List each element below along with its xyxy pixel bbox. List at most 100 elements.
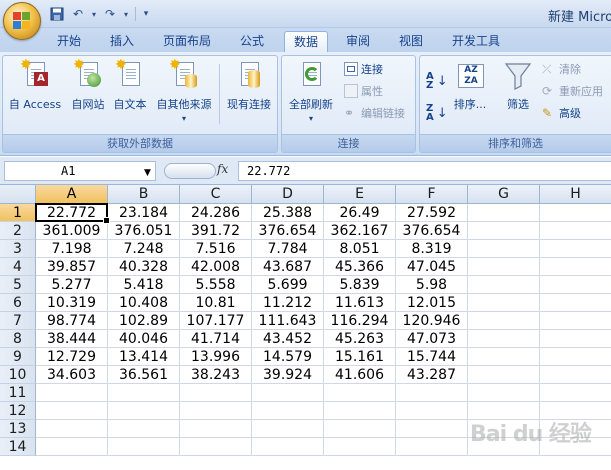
column-header-c[interactable]: C — [180, 185, 252, 204]
cell-d4[interactable]: 43.687 — [252, 258, 324, 276]
cell-h10[interactable] — [540, 366, 611, 384]
cell-e12[interactable] — [324, 402, 396, 420]
cell-d6[interactable]: 11.212 — [252, 294, 324, 312]
cell-c14[interactable] — [180, 438, 252, 456]
cell-a1[interactable]: 22.772 — [36, 204, 108, 222]
sort-ascending-button[interactable]: AZ ↓ — [426, 70, 448, 92]
row-header-9[interactable]: 9 — [0, 348, 36, 366]
clear-filter-button[interactable]: ⤫ 清除 — [542, 59, 581, 79]
cell-c2[interactable]: 391.72 — [180, 222, 252, 240]
cell-g11[interactable] — [468, 384, 540, 402]
select-all-corner[interactable] — [0, 185, 36, 204]
cell-b14[interactable] — [108, 438, 180, 456]
cell-d12[interactable] — [252, 402, 324, 420]
cell-c7[interactable]: 107.177 — [180, 312, 252, 330]
cell-f10[interactable]: 43.287 — [396, 366, 468, 384]
cell-b7[interactable]: 102.89 — [108, 312, 180, 330]
cell-b10[interactable]: 36.561 — [108, 366, 180, 384]
cell-a8[interactable]: 38.444 — [36, 330, 108, 348]
tab-view[interactable]: 视图 — [390, 31, 432, 52]
cell-d5[interactable]: 5.699 — [252, 276, 324, 294]
row-header-6[interactable]: 6 — [0, 294, 36, 312]
cell-d14[interactable] — [252, 438, 324, 456]
row-header-4[interactable]: 4 — [0, 258, 36, 276]
cell-a10[interactable]: 34.603 — [36, 366, 108, 384]
cell-e10[interactable]: 41.606 — [324, 366, 396, 384]
existing-connections-button[interactable]: 现有连接 — [221, 58, 277, 112]
cell-b5[interactable]: 5.418 — [108, 276, 180, 294]
cell-g5[interactable] — [468, 276, 540, 294]
save-icon[interactable] — [48, 5, 66, 23]
cell-b8[interactable]: 40.046 — [108, 330, 180, 348]
from-access-button[interactable]: ✸ A 自 Access — [5, 58, 65, 112]
refresh-all-button[interactable]: 全部刷新 ▾ — [284, 58, 338, 123]
cell-f4[interactable]: 47.045 — [396, 258, 468, 276]
cell-e1[interactable]: 26.49 — [324, 204, 396, 222]
cell-f5[interactable]: 5.98 — [396, 276, 468, 294]
tab-insert[interactable]: 插入 — [101, 31, 143, 52]
cell-b4[interactable]: 40.328 — [108, 258, 180, 276]
cell-h5[interactable] — [540, 276, 611, 294]
reapply-button[interactable]: ⟳ 重新应用 — [542, 81, 603, 101]
cell-d13[interactable] — [252, 420, 324, 438]
cell-f14[interactable] — [396, 438, 468, 456]
cell-e13[interactable] — [324, 420, 396, 438]
cell-g6[interactable] — [468, 294, 540, 312]
cell-f12[interactable] — [396, 402, 468, 420]
properties-button[interactable]: 属性 — [344, 81, 383, 101]
cell-b12[interactable] — [108, 402, 180, 420]
row-header-2[interactable]: 2 — [0, 222, 36, 240]
cell-c6[interactable]: 10.81 — [180, 294, 252, 312]
undo-dropdown-icon[interactable]: ▾ — [90, 5, 98, 23]
row-header-12[interactable]: 12 — [0, 402, 36, 420]
cell-f6[interactable]: 12.015 — [396, 294, 468, 312]
cell-d9[interactable]: 14.579 — [252, 348, 324, 366]
advanced-filter-button[interactable]: ✎ 高级 — [542, 103, 581, 123]
cell-b9[interactable]: 13.414 — [108, 348, 180, 366]
cell-b3[interactable]: 7.248 — [108, 240, 180, 258]
cell-a14[interactable] — [36, 438, 108, 456]
customize-toolbar-icon[interactable]: ▾ — [141, 5, 151, 23]
cell-h6[interactable] — [540, 294, 611, 312]
cell-g8[interactable] — [468, 330, 540, 348]
row-header-11[interactable]: 11 — [0, 384, 36, 402]
cell-a11[interactable] — [36, 384, 108, 402]
tab-home[interactable]: 开始 — [48, 31, 90, 52]
cell-e8[interactable]: 45.263 — [324, 330, 396, 348]
cell-h3[interactable] — [540, 240, 611, 258]
row-header-1[interactable]: 1 — [0, 204, 36, 222]
cell-d8[interactable]: 43.452 — [252, 330, 324, 348]
column-header-b[interactable]: B — [108, 185, 180, 204]
row-header-10[interactable]: 10 — [0, 366, 36, 384]
from-other-sources-button[interactable]: ✸ 自其他来源 ▾ — [151, 58, 217, 123]
tab-review[interactable]: 审阅 — [337, 31, 379, 52]
name-box-dropdown-icon[interactable]: ▼ — [144, 168, 151, 178]
cell-a4[interactable]: 39.857 — [36, 258, 108, 276]
cell-b2[interactable]: 376.051 — [108, 222, 180, 240]
column-header-a[interactable]: A — [36, 185, 108, 204]
cell-d10[interactable]: 39.924 — [252, 366, 324, 384]
cell-f13[interactable] — [396, 420, 468, 438]
cell-e3[interactable]: 8.051 — [324, 240, 396, 258]
cell-f7[interactable]: 120.946 — [396, 312, 468, 330]
column-header-g[interactable]: G — [468, 185, 540, 204]
tab-formulas[interactable]: 公式 — [231, 31, 273, 52]
cell-e4[interactable]: 45.366 — [324, 258, 396, 276]
redo-dropdown-icon[interactable]: ▾ — [122, 5, 130, 23]
cell-h9[interactable] — [540, 348, 611, 366]
cell-c9[interactable]: 13.996 — [180, 348, 252, 366]
connections-button[interactable]: 连接 — [344, 59, 383, 79]
cell-e14[interactable] — [324, 438, 396, 456]
tab-developer[interactable]: 开发工具 — [443, 31, 509, 52]
column-header-e[interactable]: E — [324, 185, 396, 204]
sort-descending-button[interactable]: ZA ↓ — [426, 102, 448, 124]
cell-g1[interactable] — [468, 204, 540, 222]
cell-c3[interactable]: 7.516 — [180, 240, 252, 258]
tab-page-layout[interactable]: 页面布局 — [154, 31, 220, 52]
row-header-7[interactable]: 7 — [0, 312, 36, 330]
column-header-f[interactable]: F — [396, 185, 468, 204]
cell-a13[interactable] — [36, 420, 108, 438]
cell-b13[interactable] — [108, 420, 180, 438]
cell-c13[interactable] — [180, 420, 252, 438]
cell-h4[interactable] — [540, 258, 611, 276]
